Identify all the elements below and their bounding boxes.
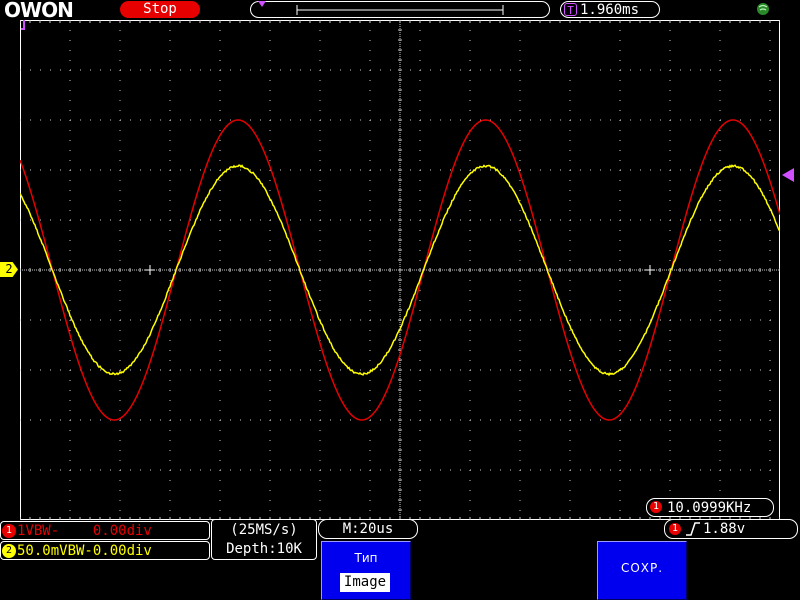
save-button[interactable]: СОХР. — [597, 541, 687, 600]
network-icon — [756, 2, 770, 16]
ch1-badge: 1 — [2, 524, 16, 538]
trigger-position-pointer-icon — [258, 1, 266, 7]
trigger-time-icon: T — [564, 3, 577, 16]
freq-channel-badge: 1 — [650, 501, 662, 513]
type-menu-button[interactable]: Тип Image — [321, 541, 411, 600]
trigger-settings[interactable]: 1 1.88v — [664, 519, 798, 539]
type-menu-label: Тип — [322, 551, 410, 565]
memory-position-bar[interactable] — [250, 1, 550, 18]
trigger-level-value: 1.88v — [703, 521, 745, 538]
ch2-reference-marker[interactable]: 2 — [0, 262, 18, 277]
frequency-value: 10.0999KHz — [667, 500, 751, 516]
ch1-settings-text: 1VBW- 0.00div — [17, 523, 152, 539]
trigger-time-display: T 1.960ms — [560, 1, 660, 18]
waveform-grid — [20, 20, 780, 520]
trigger-time-value: 1.960ms — [580, 2, 639, 18]
memory-depth: Depth:10K — [212, 540, 316, 558]
frequency-readout: 1 10.0999KHz — [646, 498, 774, 517]
ch2-settings-text: 50.0mVBW-0.00div — [17, 543, 152, 559]
trigger-level-marker-icon[interactable] — [782, 168, 794, 182]
ch2-settings[interactable]: 2 50.0mVBW-0.00div — [0, 541, 210, 560]
acquisition-info: (25MS/s) Depth:10K — [211, 519, 317, 560]
ch1-settings[interactable]: 1 1VBW- 0.00div — [0, 521, 210, 540]
timebase-readout[interactable]: M:20us — [318, 519, 418, 539]
type-menu-value: Image — [340, 573, 390, 592]
save-button-label: СОХР. — [598, 561, 686, 575]
oscilloscope-screen: OWON Stop T 1.960ms 2 1 10.0999KHz 1 1VB… — [0, 0, 800, 600]
sample-rate: (25MS/s) — [212, 521, 316, 539]
trigger-channel-badge: 1 — [669, 523, 681, 535]
memory-bracket — [251, 2, 551, 19]
horizontal-trigger-marker-icon — [20, 20, 32, 32]
ch2-badge: 2 — [2, 544, 16, 558]
run-status-badge[interactable]: Stop — [120, 1, 200, 18]
brand-logo: OWON — [4, 0, 73, 20]
rising-edge-icon — [685, 522, 701, 536]
